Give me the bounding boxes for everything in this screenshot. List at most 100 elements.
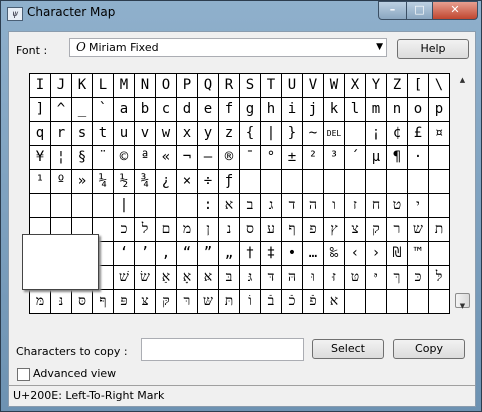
character-cell[interactable] <box>429 194 450 218</box>
character-cell[interactable]: ~ <box>303 122 324 146</box>
character-cell[interactable]: פּ <box>114 290 135 314</box>
character-cell[interactable]: § <box>72 146 93 170</box>
character-cell[interactable] <box>282 170 303 194</box>
character-cell[interactable]: א <box>324 290 345 314</box>
character-cell[interactable]: ג <box>261 194 282 218</box>
character-cell[interactable]: X <box>345 74 366 98</box>
character-cell[interactable]: ת <box>429 218 450 242</box>
character-cell[interactable]: יּ <box>366 266 387 290</box>
character-cell[interactable] <box>387 170 408 194</box>
character-cell[interactable]: שׁ <box>114 266 135 290</box>
character-cell[interactable]: º <box>51 170 72 194</box>
character-cell[interactable]: בֿ <box>261 290 282 314</box>
character-cell[interactable]: ¦ <box>51 146 72 170</box>
character-cell[interactable]: r <box>51 122 72 146</box>
character-cell[interactable]: ם <box>156 218 177 242</box>
character-cell[interactable]: © <box>114 146 135 170</box>
character-cell[interactable]: ¯ <box>240 146 261 170</box>
character-cell[interactable]: רּ <box>177 290 198 314</box>
character-cell[interactable]: ק <box>366 218 387 242</box>
character-cell[interactable]: ¿ <box>156 170 177 194</box>
character-cell[interactable]: v <box>135 122 156 146</box>
character-cell[interactable] <box>72 194 93 218</box>
character-cell[interactable]: זּ <box>324 266 345 290</box>
character-cell[interactable]: _ <box>72 98 93 122</box>
character-cell[interactable]: Z <box>387 74 408 98</box>
copy-button[interactable]: Copy <box>393 339 465 359</box>
character-cell[interactable]: × <box>177 170 198 194</box>
character-cell[interactable]: { <box>240 122 261 146</box>
character-cell[interactable]: n <box>387 98 408 122</box>
character-cell[interactable]: T <box>261 74 282 98</box>
character-cell[interactable]: “ <box>177 242 198 266</box>
maximize-button[interactable]: □ <box>406 1 433 20</box>
character-cell[interactable]: W <box>324 74 345 98</box>
character-cell[interactable] <box>156 194 177 218</box>
character-cell[interactable]: ‘ <box>114 242 135 266</box>
character-cell[interactable]: N <box>135 74 156 98</box>
character-cell[interactable] <box>366 290 387 314</box>
character-cell[interactable]: ע <box>261 218 282 242</box>
character-cell[interactable]: „ <box>219 242 240 266</box>
character-cell[interactable] <box>345 290 366 314</box>
character-cell[interactable]: ÷ <box>198 170 219 194</box>
character-cell[interactable]: ס <box>240 218 261 242</box>
character-cell[interactable]: ‚ <box>156 242 177 266</box>
character-cell[interactable]: J <box>51 74 72 98</box>
character-cell[interactable]: ¾ <box>135 170 156 194</box>
scroll-up-icon[interactable]: ▲ <box>454 73 471 88</box>
character-cell[interactable]: ¹ <box>30 170 51 194</box>
character-cell[interactable]: ^ <box>51 98 72 122</box>
character-cell[interactable]: כּ <box>408 266 429 290</box>
character-cell[interactable]: i <box>282 98 303 122</box>
character-cell[interactable]: m <box>366 98 387 122</box>
character-cell[interactable]: g <box>240 98 261 122</box>
character-cell[interactable]: וּ <box>303 266 324 290</box>
character-cell[interactable]: ” <box>198 242 219 266</box>
character-cell[interactable]: גּ <box>240 266 261 290</box>
character-cell[interactable]: ¼ <box>93 170 114 194</box>
character-cell[interactable]: L <box>93 74 114 98</box>
title-bar[interactable]: ψ Character Map – □ ✕ <box>1 1 481 27</box>
character-cell[interactable]: l <box>345 98 366 122</box>
character-cell[interactable]: ` <box>93 98 114 122</box>
character-cell[interactable]: I <box>30 74 51 98</box>
character-cell[interactable]: תּ <box>219 290 240 314</box>
character-cell[interactable]: | <box>261 122 282 146</box>
character-cell[interactable]: דּ <box>261 266 282 290</box>
character-cell[interactable] <box>345 122 366 146</box>
character-cell[interactable]: ¡ <box>366 122 387 146</box>
character-cell[interactable]: ¢ <box>387 122 408 146</box>
character-cell[interactable]: ³ <box>324 146 345 170</box>
help-button[interactable]: Help <box>397 39 469 59</box>
character-cell[interactable]: M <box>114 74 135 98</box>
character-cell[interactable]: … <box>303 242 324 266</box>
character-cell[interactable]: ן <box>198 218 219 242</box>
character-cell[interactable]: פֿ <box>303 290 324 314</box>
character-cell[interactable]: • <box>282 242 303 266</box>
character-cell[interactable] <box>366 170 387 194</box>
characters-to-copy-input[interactable] <box>141 338 304 361</box>
character-cell[interactable] <box>51 194 72 218</box>
character-cell[interactable]: ] <box>30 98 51 122</box>
character-cell[interactable]: › <box>366 242 387 266</box>
character-cell[interactable]: וֹ <box>240 290 261 314</box>
character-cell[interactable]: w <box>156 122 177 146</box>
character-cell[interactable]: | <box>114 194 135 218</box>
character-cell[interactable]: ¨ <box>93 146 114 170</box>
character-cell[interactable]: ח <box>366 194 387 218</box>
character-cell[interactable]: ’ <box>135 242 156 266</box>
character-cell[interactable]: ƒ <box>219 170 240 194</box>
character-cell[interactable]: שׂ <box>135 266 156 290</box>
character-cell[interactable] <box>429 146 450 170</box>
character-cell[interactable]: u <box>114 122 135 146</box>
minimize-button[interactable]: – <box>378 1 407 20</box>
character-cell[interactable]: x <box>177 122 198 146</box>
character-cell[interactable]: מּ <box>30 290 51 314</box>
character-cell[interactable]: ש <box>408 218 429 242</box>
character-cell[interactable] <box>303 170 324 194</box>
character-cell[interactable]: ו <box>324 194 345 218</box>
character-cell[interactable]: לּ <box>429 266 450 290</box>
character-cell[interactable]: µ <box>366 146 387 170</box>
character-cell[interactable]: בּ <box>219 266 240 290</box>
